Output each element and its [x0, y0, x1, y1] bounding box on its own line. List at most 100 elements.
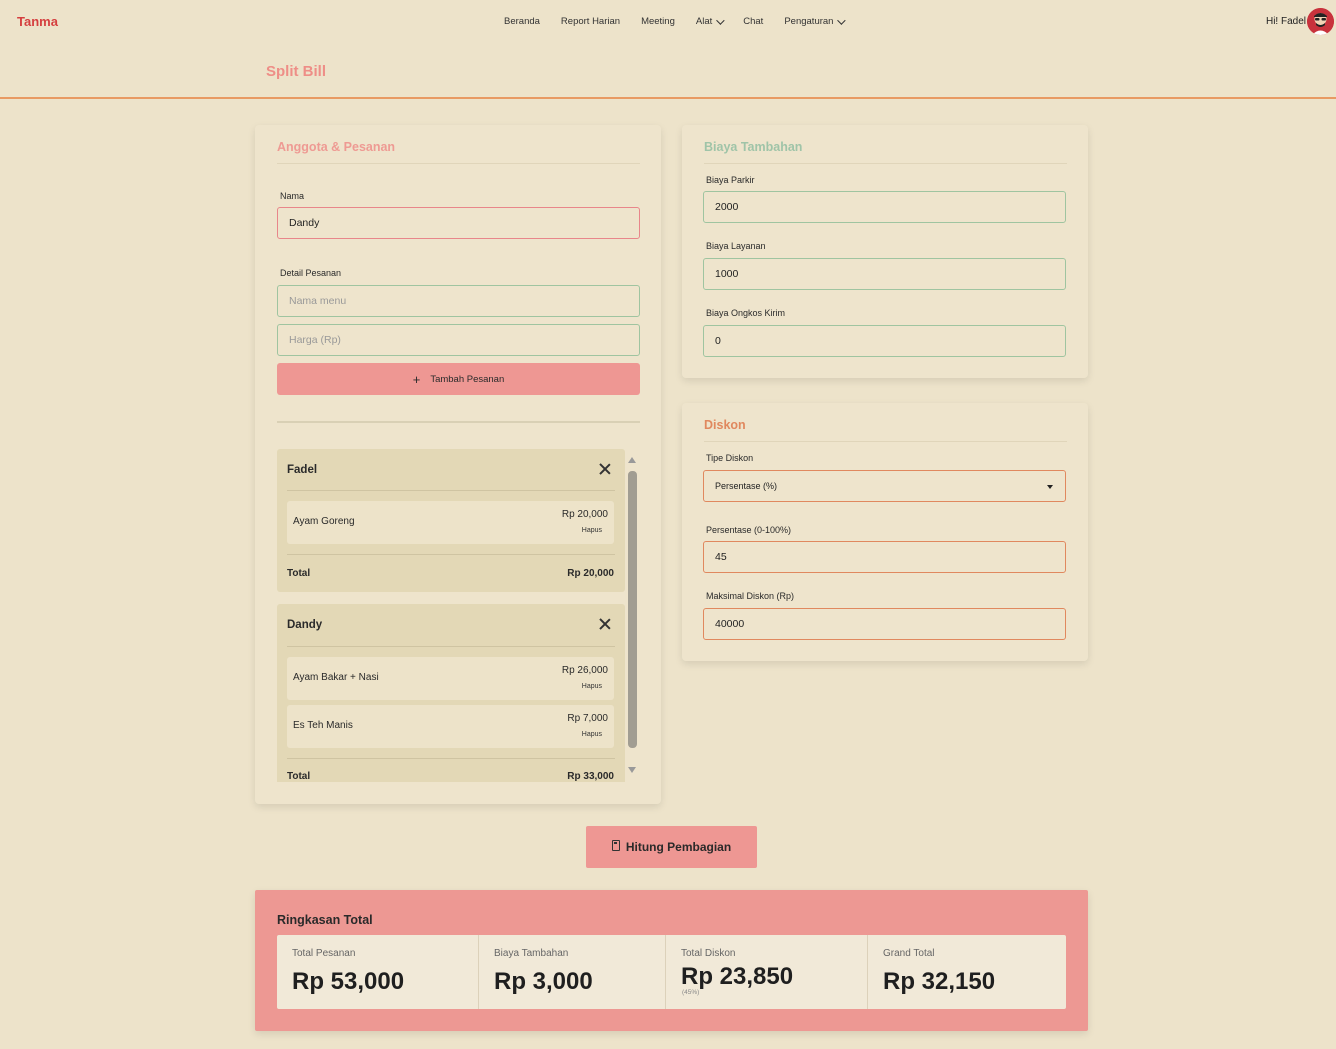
- brand-logo[interactable]: Tanma: [17, 14, 58, 29]
- nav-menu: Beranda Report Harian Meeting Alat Chat …: [504, 15, 864, 27]
- member-name: Dandy: [287, 619, 323, 631]
- stat-label: Biaya Tambahan: [494, 948, 569, 959]
- card-title: Diskon: [704, 418, 746, 432]
- nav-item-label: Chat: [743, 16, 764, 27]
- stat-label: Total Diskon: [681, 948, 736, 959]
- member-card: Dandy Ayam Bakar + Nasi Rp 26,000 Hapus …: [277, 604, 625, 782]
- stat-extra-fees: Biaya Tambahan Rp 3,000: [478, 935, 665, 1009]
- divider: [287, 554, 615, 555]
- calculator-icon: [611, 839, 620, 851]
- name-input[interactable]: Dandy: [277, 207, 640, 239]
- divider: [287, 758, 615, 759]
- service-fee-input[interactable]: 1000: [703, 258, 1066, 290]
- divider: [704, 163, 1067, 164]
- order-item: Ayam Bakar + Nasi Rp 26,000 Hapus: [287, 657, 614, 700]
- nav-item-label: Beranda: [504, 16, 540, 27]
- discount-type-select[interactable]: Persentase (%): [703, 470, 1066, 502]
- order-price: Rp 26,000: [561, 665, 608, 676]
- percentage-label: Persentase (0-100%): [706, 525, 792, 535]
- divider: [277, 421, 640, 423]
- divider: [277, 163, 640, 164]
- nav-item-chat[interactable]: Chat: [743, 16, 763, 27]
- divider: [287, 646, 615, 647]
- stat-value: Rp 53,000: [292, 968, 405, 995]
- order-item: Ayam Goreng Rp 20,000 Hapus: [287, 501, 614, 544]
- summary-stats: Total Pesanan Rp 53,000 Biaya Tambahan R…: [277, 935, 1066, 1009]
- max-discount-input[interactable]: 40000: [703, 608, 1066, 640]
- nav-item-label: Alat: [695, 16, 713, 27]
- stat-subtext: (45%): [682, 989, 700, 996]
- calculate-split-button[interactable]: Hitung Pembagian: [586, 826, 757, 868]
- stat-label: Grand Total: [883, 948, 935, 959]
- scroll-down-arrow[interactable]: [628, 767, 636, 773]
- stat-value: Rp 32,150: [883, 968, 996, 995]
- delete-order-button[interactable]: Hapus: [582, 527, 602, 534]
- total-summary: Ringkasan Total Total Pesanan Rp 53,000 …: [255, 890, 1088, 1031]
- nav-item-meeting[interactable]: Meeting: [641, 16, 675, 27]
- nav-item-label: Meeting: [641, 16, 675, 27]
- nav-item-alat[interactable]: Alat: [695, 15, 725, 27]
- stat-total-discount: Total Diskon Rp 23,850 (45%): [665, 935, 867, 1009]
- parking-fee-label: Biaya Parkir: [706, 175, 755, 185]
- order-price: Rp 20,000: [561, 509, 608, 520]
- percentage-input[interactable]: 45: [703, 541, 1066, 573]
- member-card: Fadel Ayam Goreng Rp 20,000 Hapus Total …: [277, 449, 625, 592]
- member-total-label: Total: [287, 568, 311, 579]
- price-input[interactable]: Harga (Rp): [277, 324, 640, 356]
- delete-order-button[interactable]: Hapus: [582, 731, 602, 738]
- scroll-up-arrow[interactable]: [628, 457, 636, 463]
- name-label: Nama: [280, 191, 305, 201]
- nav-item-report-harian[interactable]: Report Harian: [561, 16, 620, 27]
- member-total-value: Rp 20,000: [567, 568, 614, 579]
- order-detail-label: Detail Pesanan: [280, 268, 342, 278]
- chevron-down-icon: [716, 15, 725, 25]
- menu-name-input[interactable]: Nama menu: [277, 285, 640, 317]
- scrollbar-thumb[interactable]: [628, 471, 637, 748]
- extra-fees-card: Biaya Tambahan Biaya Parkir 2000 Biaya L…: [682, 125, 1088, 378]
- calculate-split-label: Hitung Pembagian: [625, 840, 732, 854]
- chevron-down-icon: [837, 15, 847, 25]
- member-total-value: Rp 33,000: [567, 771, 614, 782]
- stat-value: Rp 3,000: [494, 968, 593, 995]
- divider: [287, 490, 615, 491]
- nav-item-label: Pengaturan: [784, 16, 834, 27]
- stat-label: Total Pesanan: [292, 948, 356, 959]
- nav-item-beranda[interactable]: Beranda: [504, 16, 540, 27]
- caret-down-icon: [1047, 485, 1053, 489]
- divider: [704, 441, 1067, 442]
- order-price: Rp 7,000: [567, 713, 608, 724]
- members-orders-card: Anggota & Pesanan Nama Dandy Detail Pesa…: [255, 125, 661, 804]
- order-name: Ayam Goreng: [293, 516, 355, 527]
- discount-type-label: Tipe Diskon: [706, 453, 754, 463]
- user-greeting: Hi! Fadel: [1265, 16, 1306, 27]
- service-fee-label: Biaya Layanan: [706, 241, 766, 251]
- parking-fee-input[interactable]: 2000: [703, 191, 1066, 223]
- order-item: Es Teh Manis Rp 7,000 Hapus: [287, 705, 614, 748]
- card-title: Biaya Tambahan: [704, 140, 803, 154]
- member-total-label: Total: [287, 771, 311, 782]
- max-discount-label: Maksimal Diskon (Rp): [706, 591, 795, 601]
- top-navbar: Tanma Beranda Report Harian Meeting Alat…: [0, 0, 1336, 44]
- user-avatar-icon[interactable]: [1307, 8, 1334, 35]
- member-name: Fadel: [287, 464, 318, 476]
- stat-value: Rp 23,850: [681, 963, 794, 990]
- plus-icon: +: [412, 371, 421, 387]
- discount-type-value: Persentase (%): [715, 481, 778, 491]
- nav-item-pengaturan[interactable]: Pengaturan: [784, 15, 847, 27]
- order-name: Ayam Bakar + Nasi: [293, 672, 379, 683]
- order-name: Es Teh Manis: [293, 720, 353, 731]
- close-icon[interactable]: [599, 463, 611, 475]
- stat-grand-total: Grand Total Rp 32,150: [867, 935, 1066, 1009]
- delete-order-button[interactable]: Hapus: [582, 683, 602, 690]
- discount-card: Diskon Tipe Diskon Persentase (%) Persen…: [682, 403, 1088, 661]
- shipping-fee-input[interactable]: 0: [703, 325, 1066, 357]
- add-order-button[interactable]: + Tambah Pesanan: [277, 363, 640, 395]
- add-order-label: Tambah Pesanan: [430, 373, 505, 385]
- shipping-fee-label: Biaya Ongkos Kirim: [706, 308, 786, 318]
- summary-title: Ringkasan Total: [277, 913, 373, 927]
- card-title: Anggota & Pesanan: [277, 140, 396, 154]
- stat-total-orders: Total Pesanan Rp 53,000: [277, 935, 478, 1009]
- member-list[interactable]: Fadel Ayam Goreng Rp 20,000 Hapus Total …: [277, 449, 625, 782]
- page-header: Split Bill: [0, 44, 1336, 99]
- close-icon[interactable]: [599, 618, 611, 630]
